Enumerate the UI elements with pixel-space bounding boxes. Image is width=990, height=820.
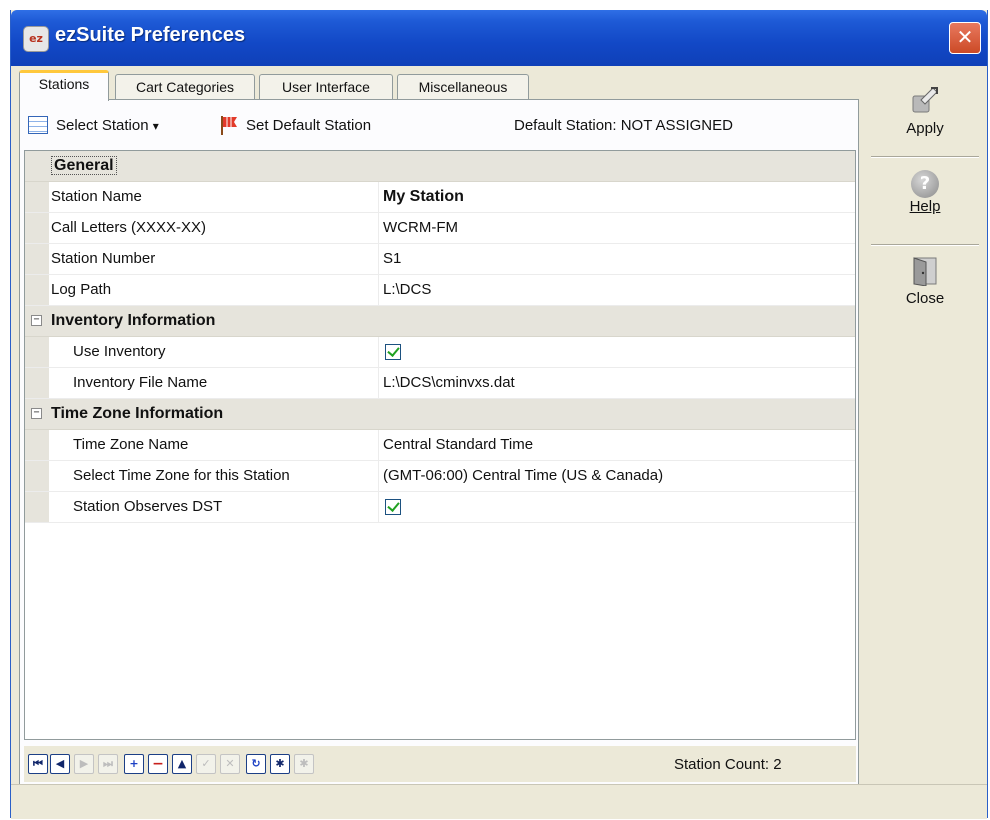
property-label: Use Inventory [73, 337, 379, 367]
first-record-button[interactable]: ⏮ [28, 754, 48, 774]
property-label: Call Letters (XXXX-XX) [51, 213, 379, 243]
door-icon [913, 257, 937, 287]
call-letters-value[interactable]: WCRM-FM [379, 213, 855, 243]
category-general[interactable]: General [25, 151, 855, 182]
select-station-label: Select Station [56, 117, 149, 134]
flag-icon [221, 116, 237, 135]
station-count: Station Count: 2 [674, 756, 782, 773]
observes-dst-checkbox[interactable] [385, 499, 401, 515]
apply-icon [912, 87, 938, 113]
property-row[interactable]: Inventory File Name L:\DCS\cminvxs.dat [25, 368, 855, 399]
side-actions: Apply ? Help Close [867, 70, 983, 790]
tab-miscellaneous[interactable]: Miscellaneous [397, 74, 529, 100]
app-icon: ez [23, 26, 49, 52]
set-default-station-button[interactable]: Set Default Station [246, 114, 371, 138]
help-button[interactable]: ? Help [867, 170, 983, 215]
time-zone-name-value[interactable]: Central Standard Time [379, 430, 855, 460]
clear-filter-button[interactable]: ✱ [294, 754, 314, 774]
category-inventory-title: Inventory Information [51, 312, 216, 329]
property-row[interactable]: Station Observes DST [25, 492, 855, 523]
time-zone-select[interactable]: (GMT-06:00) Central Time (US & Canada) [379, 461, 855, 491]
tab-user-interface[interactable]: User Interface [259, 74, 393, 100]
window-title: ezSuite Preferences [55, 24, 246, 46]
stations-panel: Select Station ▾ Set Default Station Def… [19, 99, 859, 789]
prev-record-button[interactable]: ◀ [50, 754, 70, 774]
property-label: Time Zone Name [73, 430, 379, 460]
property-row[interactable]: Call Letters (XXXX-XX) WCRM-FM [25, 213, 855, 244]
property-label: Select Time Zone for this Station [73, 461, 379, 491]
category-inventory[interactable]: − Inventory Information [25, 306, 855, 337]
select-station-button[interactable]: Select Station ▾ [56, 114, 159, 138]
refresh-button[interactable]: ↻ [246, 754, 266, 774]
status-bar [11, 784, 987, 819]
filter-button[interactable]: ✱ [270, 754, 290, 774]
property-label: Station Number [51, 244, 379, 274]
table-icon [28, 116, 48, 134]
close-icon: ✕ [956, 25, 974, 49]
property-grid: General Station Name My Station Call Let… [24, 150, 856, 740]
property-label: Log Path [51, 275, 379, 305]
preferences-window: ez ezSuite Preferences ✕ Stations Cart C… [10, 10, 988, 819]
property-row[interactable]: Station Number S1 [25, 244, 855, 275]
apply-button[interactable]: Apply [867, 84, 983, 137]
property-label: Inventory File Name [73, 368, 379, 398]
edit-record-button[interactable]: ▲ [172, 754, 192, 774]
help-label: Help [909, 198, 941, 215]
property-row[interactable]: Station Name My Station [25, 182, 855, 213]
close-label: Close [905, 290, 945, 307]
station-name-value[interactable]: My Station [379, 182, 855, 212]
station-number-value[interactable]: S1 [379, 244, 855, 274]
collapse-icon[interactable]: − [31, 408, 42, 419]
log-path-value[interactable]: L:\DCS [379, 275, 855, 305]
title-bar[interactable]: ez ezSuite Preferences ✕ [11, 10, 987, 66]
category-general-title: General [51, 156, 117, 175]
last-record-button[interactable]: ⏭ [98, 754, 118, 774]
property-label: Station Name [51, 182, 379, 212]
stations-toolbar: Select Station ▾ Set Default Station Def… [24, 104, 852, 148]
property-row[interactable]: Use Inventory [25, 337, 855, 368]
cancel-edit-button[interactable]: ✕ [220, 754, 240, 774]
delete-record-button[interactable]: − [148, 754, 168, 774]
close-window-button[interactable]: ✕ [949, 22, 981, 54]
tab-stations[interactable]: Stations [19, 70, 109, 101]
property-row[interactable]: Log Path L:\DCS [25, 275, 855, 306]
use-inventory-checkbox[interactable] [385, 344, 401, 360]
chevron-down-icon: ▾ [152, 119, 159, 133]
help-icon: ? [911, 170, 939, 198]
property-row[interactable]: Time Zone Name Central Standard Time [25, 430, 855, 461]
tab-cart-categories[interactable]: Cart Categories [115, 74, 255, 100]
category-timezone-title: Time Zone Information [51, 405, 224, 422]
apply-label: Apply [906, 120, 944, 137]
post-edit-button[interactable]: ✓ [196, 754, 216, 774]
collapse-icon[interactable]: − [31, 315, 42, 326]
close-button[interactable]: Close [867, 256, 983, 307]
property-row[interactable]: Select Time Zone for this Station (GMT-0… [25, 461, 855, 492]
default-station-status: Default Station: NOT ASSIGNED [514, 117, 733, 134]
inventory-file-value[interactable]: L:\DCS\cminvxs.dat [379, 368, 855, 398]
add-record-button[interactable]: + [124, 754, 144, 774]
category-timezone[interactable]: − Time Zone Information [25, 399, 855, 430]
next-record-button[interactable]: ▶ [74, 754, 94, 774]
record-navigator: ⏮ ◀ ▶ ⏭ + − ▲ ✓ ✕ ↻ ✱ ✱ Station Count: 2 [24, 746, 856, 782]
property-label: Station Observes DST [73, 492, 379, 522]
